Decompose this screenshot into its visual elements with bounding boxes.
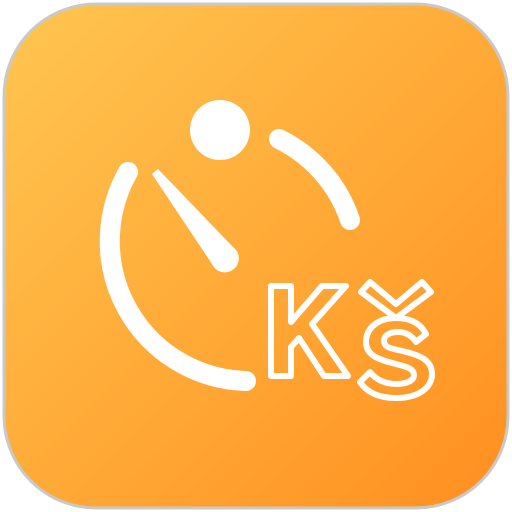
timer-knob-icon [190,100,250,160]
app-icon-graphic [2,2,510,510]
app-icon [0,0,512,512]
icon-background [2,2,510,510]
